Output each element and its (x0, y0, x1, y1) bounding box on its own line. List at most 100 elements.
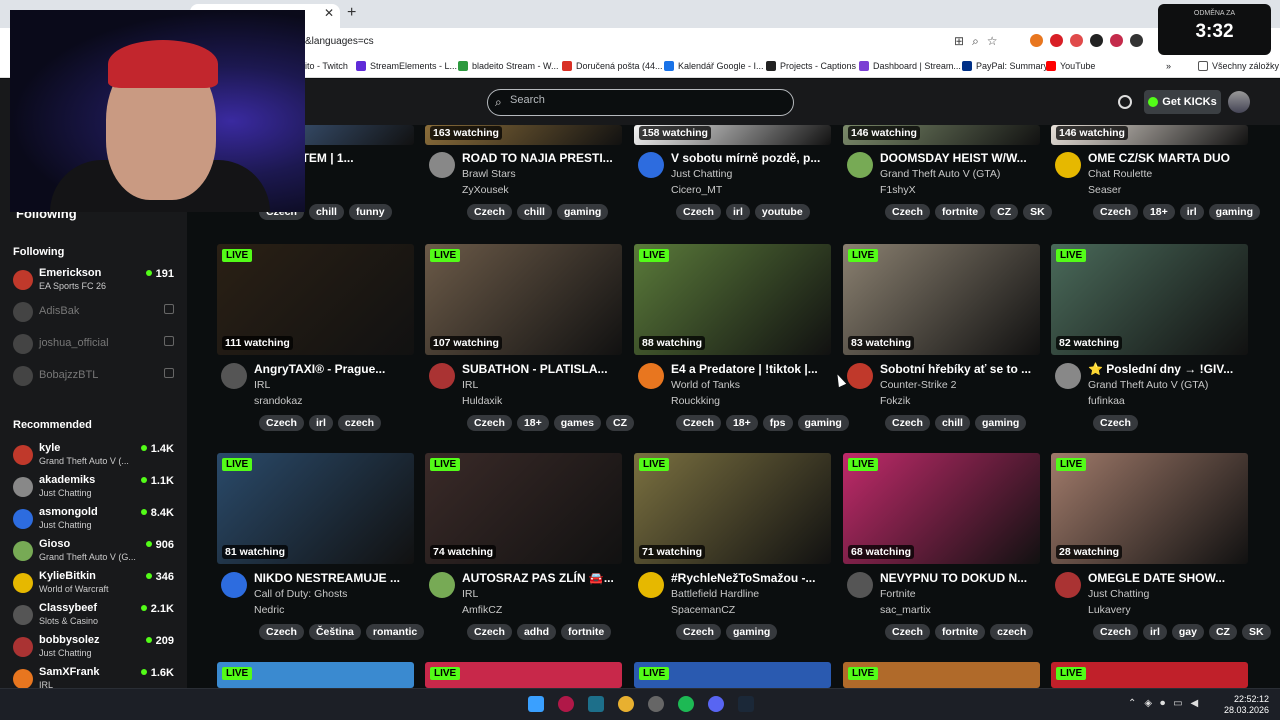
star-icon[interactable]: ☆ (987, 34, 998, 49)
stream-thumbnail[interactable]: LIVE (634, 662, 831, 688)
stream-tag[interactable]: gay (1171, 624, 1204, 640)
stream-tag[interactable]: SK (1023, 204, 1052, 220)
extension-icon[interactable] (1090, 34, 1103, 47)
bookmark[interactable]: Projects - Captions (766, 61, 856, 71)
stream-thumbnail[interactable]: 146 watching (1051, 125, 1248, 145)
stream-tag[interactable]: gaming (797, 415, 849, 431)
stream-thumbnail[interactable]: LIVE 71 watching (634, 453, 831, 564)
steam-icon[interactable] (738, 696, 754, 712)
stream-category[interactable]: Just Chatting (671, 168, 732, 180)
streamer-name[interactable]: Fokzik (880, 395, 910, 407)
streamer-name[interactable]: fufinkaa (1088, 395, 1125, 407)
streamer-avatar[interactable] (429, 363, 455, 389)
extension-icon[interactable] (1110, 34, 1123, 47)
stream-tag[interactable]: Czech (676, 624, 721, 640)
stream-tag[interactable]: Czech (885, 204, 930, 220)
streamer-avatar[interactable] (221, 363, 247, 389)
bookmark[interactable]: StreamElements - L... (356, 61, 457, 71)
sidebar-channel[interactable]: AdisBak (13, 299, 178, 327)
stream-tag[interactable]: Czech (259, 415, 304, 431)
stream-thumbnail[interactable]: LIVE 107 watching (425, 244, 622, 355)
stream-tag[interactable]: fps (762, 415, 793, 431)
sidebar-channel[interactable]: BobajzzBTL (13, 363, 178, 391)
streamer-name[interactable]: Huldaxik (462, 395, 502, 407)
streamer-name[interactable]: AmfikCZ (462, 604, 502, 616)
extension-icon[interactable] (1130, 34, 1143, 47)
stream-tag[interactable]: Czech (885, 624, 930, 640)
stream-tag[interactable]: irl (1179, 204, 1204, 220)
streamer-avatar[interactable] (638, 152, 664, 178)
bookmark[interactable]: Doručená pošta (44... (562, 61, 663, 71)
bookmark[interactable]: bladeito Stream - W... (458, 61, 559, 71)
translate-icon[interactable]: ⊞ (954, 34, 964, 49)
bookmark[interactable]: PayPal: Summary (962, 61, 1048, 71)
stream-tag[interactable]: gaming (725, 624, 778, 640)
stream-tag[interactable]: games (553, 415, 602, 431)
stream-category[interactable]: Battlefield Hardline (671, 588, 759, 600)
streamer-name[interactable]: Nedric (254, 604, 284, 616)
streamer-avatar[interactable] (429, 572, 455, 598)
stream-category[interactable]: Brawl Stars (462, 168, 516, 180)
stream-tag[interactable]: funny (348, 204, 392, 220)
stream-title[interactable]: Sobotní hřebíky ať se to ... (880, 362, 1046, 376)
stream-thumbnail[interactable]: 163 watching (425, 125, 622, 145)
zoom-icon[interactable]: ⌕ (972, 34, 979, 49)
stream-tag[interactable]: Czech (1093, 624, 1138, 640)
stream-tag[interactable]: Czech (885, 415, 930, 431)
stream-title[interactable]: ⭐ Poslední dny → !GIV... (1088, 362, 1254, 376)
stream-thumbnail[interactable]: LIVE 88 watching (634, 244, 831, 355)
stream-tag[interactable]: fortnite (934, 204, 986, 220)
close-icon[interactable]: ✕ (324, 6, 334, 20)
sidebar-channel[interactable]: Classybeef Slots & Casino 2.1K (13, 602, 178, 630)
streamer-name[interactable]: Rouckking (671, 395, 720, 407)
stream-tag[interactable]: Czech (467, 415, 512, 431)
streamer-name[interactable]: Cicero_MT (671, 184, 722, 196)
app-icon[interactable] (648, 696, 664, 712)
stream-category[interactable]: Fortnite (880, 588, 916, 600)
notifications-icon[interactable] (1118, 95, 1132, 109)
stream-title[interactable]: DOOMSDAY HEIST W/W... (880, 151, 1046, 165)
sidebar-channel[interactable]: asmongold Just Chatting 8.4K (13, 506, 178, 534)
streamer-avatar[interactable] (1055, 152, 1081, 178)
stream-thumbnail[interactable]: LIVE 68 watching (843, 453, 1040, 564)
new-tab-icon[interactable]: + (347, 4, 356, 22)
chevron-up-icon[interactable]: ⌃ (1128, 698, 1136, 709)
stream-tag[interactable]: Czech (1093, 204, 1138, 220)
get-kicks-button[interactable]: Get KICKs (1144, 90, 1221, 114)
stream-tag[interactable]: 18+ (1142, 204, 1175, 220)
app-icon[interactable] (588, 696, 604, 712)
stream-title[interactable]: OME CZ/SK MARTA DUO (1088, 151, 1254, 165)
stream-tag[interactable]: fortnite (561, 624, 612, 640)
bookmark[interactable]: YouTube (1046, 61, 1095, 71)
extension-icon[interactable] (1070, 34, 1083, 47)
stream-tag[interactable]: CZ (606, 415, 635, 431)
clock[interactable]: 22:52:12 28.03.2026 (1224, 694, 1269, 716)
stream-thumbnail[interactable]: LIVE 81 watching (217, 453, 414, 564)
stream-tag[interactable]: chill (516, 204, 552, 220)
stream-tag[interactable]: Czech (259, 624, 304, 640)
bookmark[interactable]: Kalendář Google - I... (664, 61, 764, 71)
stream-thumbnail[interactable]: LIVE (425, 662, 622, 688)
stream-thumbnail[interactable]: LIVE (843, 662, 1040, 688)
stream-tag[interactable]: Czech (676, 415, 721, 431)
stream-tag[interactable]: czech (337, 415, 382, 431)
stream-title[interactable]: #RychleNežToSmažou -... (671, 571, 837, 585)
extension-icon[interactable] (1050, 34, 1063, 47)
stream-category[interactable]: World of Tanks (671, 379, 740, 391)
stream-tag[interactable]: Czech (467, 204, 512, 220)
display-icon[interactable]: ▭ (1173, 698, 1182, 709)
stream-tag[interactable]: Čeština (308, 624, 361, 640)
stream-tag[interactable]: chill (934, 415, 970, 431)
stream-tag[interactable]: Czech (676, 204, 721, 220)
url-text[interactable]: &languages=cs (305, 36, 374, 47)
stream-tag[interactable]: SK (1241, 624, 1271, 640)
stream-thumbnail[interactable]: LIVE 82 watching (1051, 244, 1248, 355)
streamer-name[interactable]: srandokaz (254, 395, 302, 407)
stream-category[interactable]: IRL (254, 379, 270, 391)
stream-category[interactable]: Counter-Strike 2 (880, 379, 956, 391)
spotify-icon[interactable] (678, 696, 694, 712)
mic-icon[interactable]: ⏺ (1160, 698, 1165, 709)
sidebar-channel[interactable]: Emerickson EA Sports FC 26 191 (13, 267, 178, 295)
app-icon[interactable] (558, 696, 574, 712)
streamer-name[interactable]: Lukavery (1088, 604, 1131, 616)
